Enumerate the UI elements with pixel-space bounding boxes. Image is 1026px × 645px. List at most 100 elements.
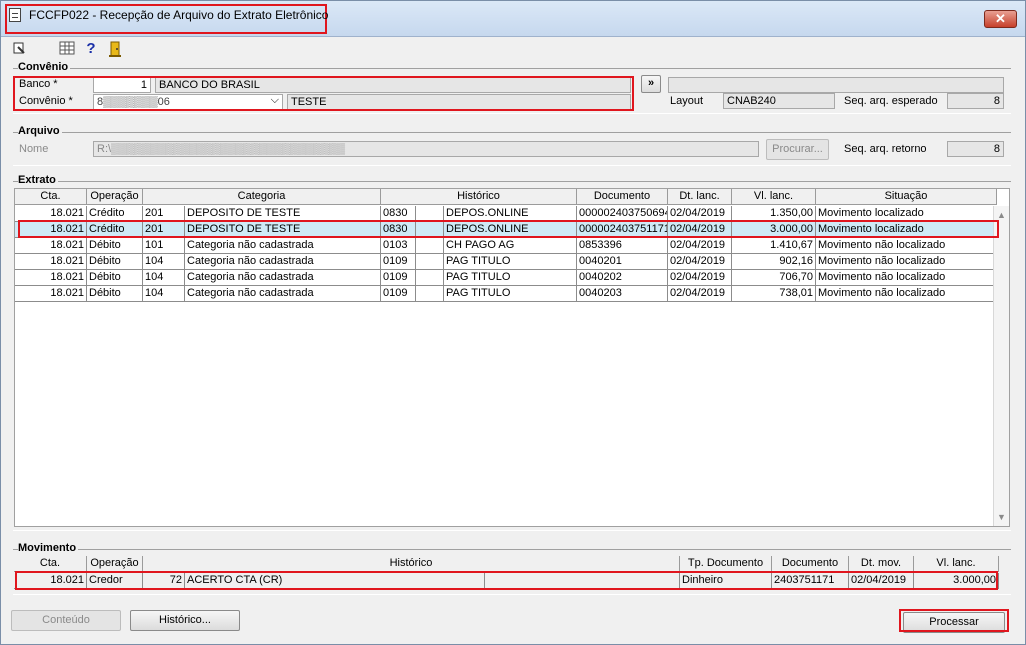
col-operacao[interactable]: Operação bbox=[87, 556, 143, 572]
cell-situacao: Movimento não localizado bbox=[816, 286, 997, 302]
cell-operacao: Credor bbox=[87, 573, 143, 589]
extrato-scrollbar[interactable]: ▲ ▼ bbox=[993, 206, 1009, 526]
col-cta[interactable]: Cta. bbox=[14, 556, 87, 572]
col-situacao[interactable]: Situação bbox=[816, 189, 997, 205]
extrato-header: Cta. Operação Categoria Histórico Docume… bbox=[15, 189, 997, 205]
cell-dt-lanc: 02/04/2019 bbox=[668, 206, 732, 222]
cell-vl-lanc: 902,16 bbox=[732, 254, 816, 270]
cell-cat-cod: 104 bbox=[143, 270, 185, 286]
nome-label: Nome bbox=[19, 143, 49, 155]
cell-documento: 0853396 bbox=[577, 238, 668, 254]
conteudo-button[interactable]: Conteúdo bbox=[11, 610, 121, 631]
close-button[interactable]: ✕ bbox=[984, 10, 1017, 28]
col-categoria[interactable]: Categoria bbox=[143, 189, 381, 205]
cell-historico: DEPOS.ONLINE bbox=[444, 222, 577, 238]
seq-retorno-label: Seq. arq. retorno bbox=[844, 143, 927, 155]
cell-cat-cod: 101 bbox=[143, 238, 185, 254]
cell-documento: 2403751171 bbox=[772, 573, 849, 589]
toolbar: ? bbox=[7, 39, 207, 59]
cell-cta: 18.021 bbox=[15, 222, 87, 238]
cell-hist-cod: 0830 bbox=[381, 206, 416, 222]
cell-documento: 000002403751171 bbox=[577, 222, 668, 238]
col-documento[interactable]: Documento bbox=[772, 556, 849, 572]
col-cta[interactable]: Cta. bbox=[15, 189, 87, 205]
processar-button[interactable]: Processar bbox=[903, 612, 1005, 633]
cell-dt-lanc: 02/04/2019 bbox=[668, 254, 732, 270]
cell-documento: 0040201 bbox=[577, 254, 668, 270]
procurar-button[interactable]: Procurar... bbox=[766, 139, 829, 160]
seq-esperado-label: Seq. arq. esperado bbox=[844, 95, 938, 107]
col-documento[interactable]: Documento bbox=[577, 189, 668, 205]
cell-cat-cod: 201 bbox=[143, 206, 185, 222]
movimento-header: Cta. Operação Histórico Tp. Documento Do… bbox=[14, 556, 999, 572]
convenio-info-field bbox=[668, 77, 1004, 93]
cell-cta: 18.021 bbox=[15, 286, 87, 302]
calendar-grid-icon[interactable] bbox=[59, 41, 75, 57]
title-bar: FCCFP022 - Recepção de Arquivo do Extrat… bbox=[1, 1, 1025, 37]
col-dt-mov[interactable]: Dt. mov. bbox=[849, 556, 914, 572]
cell-categoria: Categoria não cadastrada bbox=[185, 254, 381, 270]
expand-button[interactable]: » bbox=[641, 75, 661, 93]
col-historico[interactable]: Histórico bbox=[143, 556, 680, 572]
extrato-table[interactable]: Cta. Operação Categoria Histórico Docume… bbox=[14, 188, 1010, 527]
cell-situacao: Movimento localizado bbox=[816, 222, 997, 238]
cell-dt-mov: 02/04/2019 bbox=[849, 573, 914, 589]
cell-cat-cod: 201 bbox=[143, 222, 185, 238]
cell-situacao: Movimento não localizado bbox=[816, 270, 997, 286]
movimento-group-label: Movimento bbox=[18, 542, 79, 554]
convenio-group-label: Convênio bbox=[18, 61, 71, 73]
layout-label: Layout bbox=[670, 95, 704, 107]
cell-categoria: Categoria não cadastrada bbox=[185, 270, 381, 286]
door-icon[interactable] bbox=[107, 41, 123, 57]
banco-name-field: BANCO DO BRASIL bbox=[155, 77, 631, 93]
cell-vl-lanc: 706,70 bbox=[732, 270, 816, 286]
cell-situacao: Movimento localizado bbox=[816, 206, 997, 222]
cell-situacao: Movimento não localizado bbox=[816, 254, 997, 270]
convenio-select[interactable]: 8▒▒▒▒▒▒▒06 ⌵ bbox=[93, 94, 283, 110]
chevron-up-icon[interactable]: ▲ bbox=[994, 208, 1009, 222]
cell-cat-cod: 104 bbox=[143, 254, 185, 270]
cell-vl-lanc: 1.410,67 bbox=[732, 238, 816, 254]
cell-cat-cod: 104 bbox=[143, 286, 185, 302]
document-icon bbox=[9, 8, 21, 22]
cell-operacao: Débito bbox=[87, 254, 143, 270]
cell-historico: ACERTO CTA (CR) bbox=[185, 573, 485, 589]
cell-blank bbox=[416, 286, 444, 302]
cell-historico: PAG TITULO bbox=[444, 270, 577, 286]
col-operacao[interactable]: Operação bbox=[87, 189, 143, 205]
cell-cta: 18.021 bbox=[15, 238, 87, 254]
exit-icon[interactable] bbox=[11, 41, 27, 57]
cell-hist-cod: 0830 bbox=[381, 222, 416, 238]
convenio-desc-field: TESTE bbox=[287, 94, 631, 110]
chevron-down-icon: ⌵ bbox=[270, 94, 279, 106]
cell-categoria: Categoria não cadastrada bbox=[185, 238, 381, 254]
layout-field: CNAB240 bbox=[723, 93, 835, 109]
convenio-label: Convênio * bbox=[19, 95, 73, 107]
arquivo-group-label: Arquivo bbox=[18, 125, 62, 137]
cell-hist-cod: 0109 bbox=[381, 270, 416, 286]
nome-field: R:\▒▒▒▒▒▒▒▒▒▒▒▒▒▒▒▒▒▒▒▒▒▒▒▒▒▒▒▒▒▒ bbox=[93, 141, 759, 157]
help-icon[interactable]: ? bbox=[83, 41, 99, 57]
cell-vl-lanc: 3.000,00 bbox=[914, 573, 999, 589]
chevron-down-icon[interactable]: ▼ bbox=[994, 510, 1009, 524]
cell-documento: 000002403750694 bbox=[577, 206, 668, 222]
cell-blank bbox=[416, 222, 444, 238]
historico-button[interactable]: Histórico... bbox=[130, 610, 240, 631]
cell-dt-lanc: 02/04/2019 bbox=[668, 286, 732, 302]
movimento-table[interactable]: Cta. Operação Histórico Tp. Documento Do… bbox=[14, 556, 1010, 591]
cell-categoria: Categoria não cadastrada bbox=[185, 286, 381, 302]
col-vl-lanc[interactable]: Vl. lanc. bbox=[914, 556, 999, 572]
cell-hist-cod: 72 bbox=[143, 573, 185, 589]
col-tp-documento[interactable]: Tp. Documento bbox=[680, 556, 772, 572]
cell-blank bbox=[416, 270, 444, 286]
main-window: FCCFP022 - Recepção de Arquivo do Extrat… bbox=[0, 0, 1026, 645]
cell-historico: PAG TITULO bbox=[444, 286, 577, 302]
banco-code-field[interactable]: 1 bbox=[93, 77, 151, 93]
cell-blank bbox=[416, 254, 444, 270]
col-historico[interactable]: Histórico bbox=[381, 189, 577, 205]
cell-documento: 0040202 bbox=[577, 270, 668, 286]
col-vl-lanc[interactable]: Vl. lanc. bbox=[732, 189, 816, 205]
col-dt-lanc[interactable]: Dt. lanc. bbox=[668, 189, 732, 205]
extrato-group-label: Extrato bbox=[18, 174, 58, 186]
cell-blank bbox=[416, 206, 444, 222]
